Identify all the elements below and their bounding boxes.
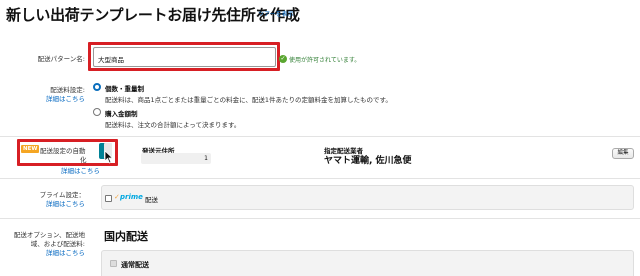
divider bbox=[0, 178, 640, 179]
pattern-name-label: 配送パターン名: bbox=[37, 55, 85, 63]
page-title: 新しい出荷テンプレートお届け先住所を作成 bbox=[6, 6, 300, 24]
option-price-based-title: 購入金額制 bbox=[105, 110, 138, 118]
edit-button[interactable]: 編集 bbox=[612, 148, 634, 159]
shipping-fee-details-link[interactable]: 詳細はこちら bbox=[46, 93, 85, 103]
automation-label-cont: 化 bbox=[80, 156, 87, 164]
automation-label: 配送設定の自動 bbox=[40, 147, 86, 155]
option-per-item-desc: 配送料は、商品1点ごとまたは重量ごとの料金に、配送1件あたりの定額料金を加算した… bbox=[105, 96, 392, 104]
option-price-based-desc: 配送料は、注文の合計額によって決まります。 bbox=[105, 121, 241, 129]
standard-checkbox[interactable] bbox=[110, 260, 117, 267]
radio-per-item[interactable] bbox=[93, 83, 101, 91]
check-icon: ✓ bbox=[279, 55, 287, 63]
pattern-name-input[interactable]: 大型商品 bbox=[93, 47, 276, 67]
option-per-item-title: 個数・重量制 bbox=[105, 85, 144, 93]
prime-checkbox[interactable] bbox=[105, 195, 112, 202]
origin-address: 1 bbox=[141, 153, 211, 164]
delivery-details-link[interactable]: 詳細はこちら bbox=[46, 247, 85, 257]
prime-option-label: 配送 bbox=[145, 196, 158, 204]
standard-label: 通常配送 bbox=[121, 261, 149, 269]
automation-details-link[interactable]: 詳細はこちら bbox=[61, 165, 100, 175]
prime-details-link[interactable]: 詳細はこちら bbox=[46, 198, 85, 208]
pattern-name-status: 使用が許可されています。 bbox=[289, 57, 361, 64]
divider bbox=[0, 136, 640, 137]
new-badge: NEW bbox=[21, 145, 40, 153]
prime-logo: prime bbox=[120, 193, 143, 201]
prime-check-icon: ✓ bbox=[114, 193, 120, 201]
tour-link[interactable]: ツアーを表示 bbox=[258, 9, 294, 18]
mouse-pointer-icon bbox=[104, 150, 114, 164]
domestic-heading: 国内配送 bbox=[104, 230, 148, 243]
carrier-value: ヤマト運輸, 佐川急便 bbox=[324, 156, 412, 166]
radio-price-based[interactable] bbox=[93, 108, 101, 116]
prime-panel bbox=[101, 185, 634, 210]
standard-panel bbox=[101, 250, 634, 276]
divider bbox=[0, 218, 640, 219]
